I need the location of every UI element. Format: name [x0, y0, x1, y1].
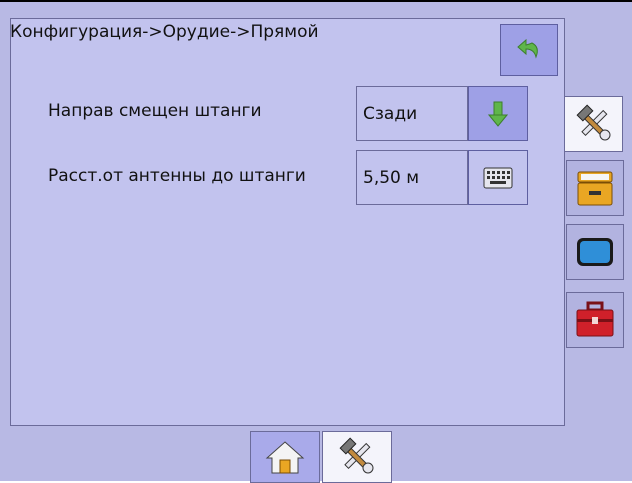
bottom-tab-home[interactable]: [250, 431, 320, 483]
antenna-to-boom-distance-keyboard-button[interactable]: [468, 150, 528, 205]
antenna-to-boom-distance-label: Расст.от антенны до штанги: [48, 166, 306, 186]
side-tab-display[interactable]: [566, 224, 624, 280]
arrow-down-icon: [488, 101, 508, 127]
side-tab-tools[interactable]: [565, 96, 623, 152]
keyboard-icon: [483, 167, 513, 188]
app-window: Конфигурация->Орудие->Прямой Направ смещ…: [0, 0, 632, 483]
main-panel: [10, 18, 565, 426]
tools-icon: [576, 104, 610, 141]
side-tab-storage[interactable]: [566, 160, 624, 216]
side-tab-toolbox[interactable]: [566, 292, 624, 348]
antenna-to-boom-distance-value[interactable]: 5,50 м: [356, 150, 468, 205]
back-button[interactable]: [500, 24, 558, 76]
boom-offset-direction-dropdown-button[interactable]: [468, 86, 528, 141]
tools-icon: [339, 437, 374, 474]
storage-icon: [577, 171, 613, 206]
home-icon: [265, 441, 305, 474]
breadcrumb: Конфигурация->Орудие->Прямой: [10, 22, 319, 42]
bottom-tab-tools[interactable]: [322, 431, 392, 483]
boom-offset-direction-value[interactable]: Сзади: [356, 86, 468, 141]
toolbox-icon: [576, 301, 614, 337]
display-icon: [577, 238, 613, 266]
boom-offset-direction-label: Направ смещен штанги: [48, 101, 262, 121]
back-arrow-icon: [517, 38, 538, 59]
